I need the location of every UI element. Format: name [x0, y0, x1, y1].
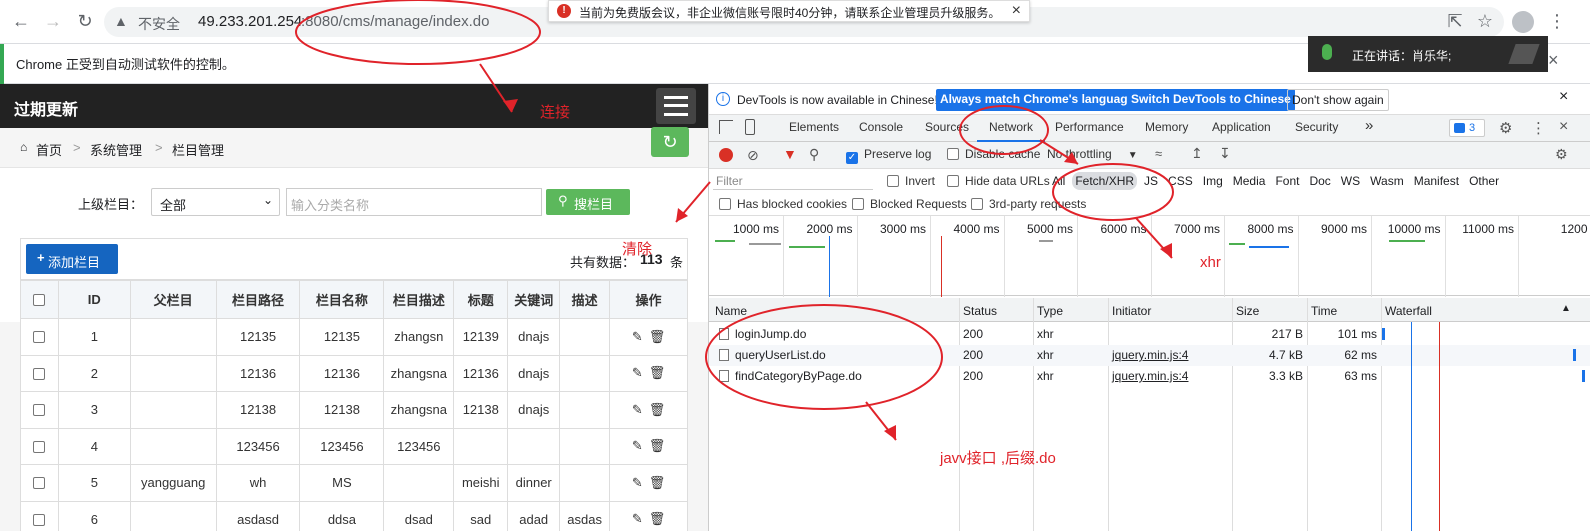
network-tab-ellipse	[959, 105, 1049, 155]
annotation-java-api: javv接口 ,后缀.do	[940, 450, 1056, 467]
annotation-xhr: xhr	[1200, 254, 1221, 271]
xhr-filter-ellipse	[1052, 163, 1174, 221]
annotation-clear: 清除	[622, 241, 653, 258]
url-annotation-ellipse	[295, 0, 541, 65]
annotation-connect: 连接	[540, 104, 571, 121]
annotation-layer	[295, 0, 1174, 441]
requests-ellipse	[705, 304, 943, 410]
